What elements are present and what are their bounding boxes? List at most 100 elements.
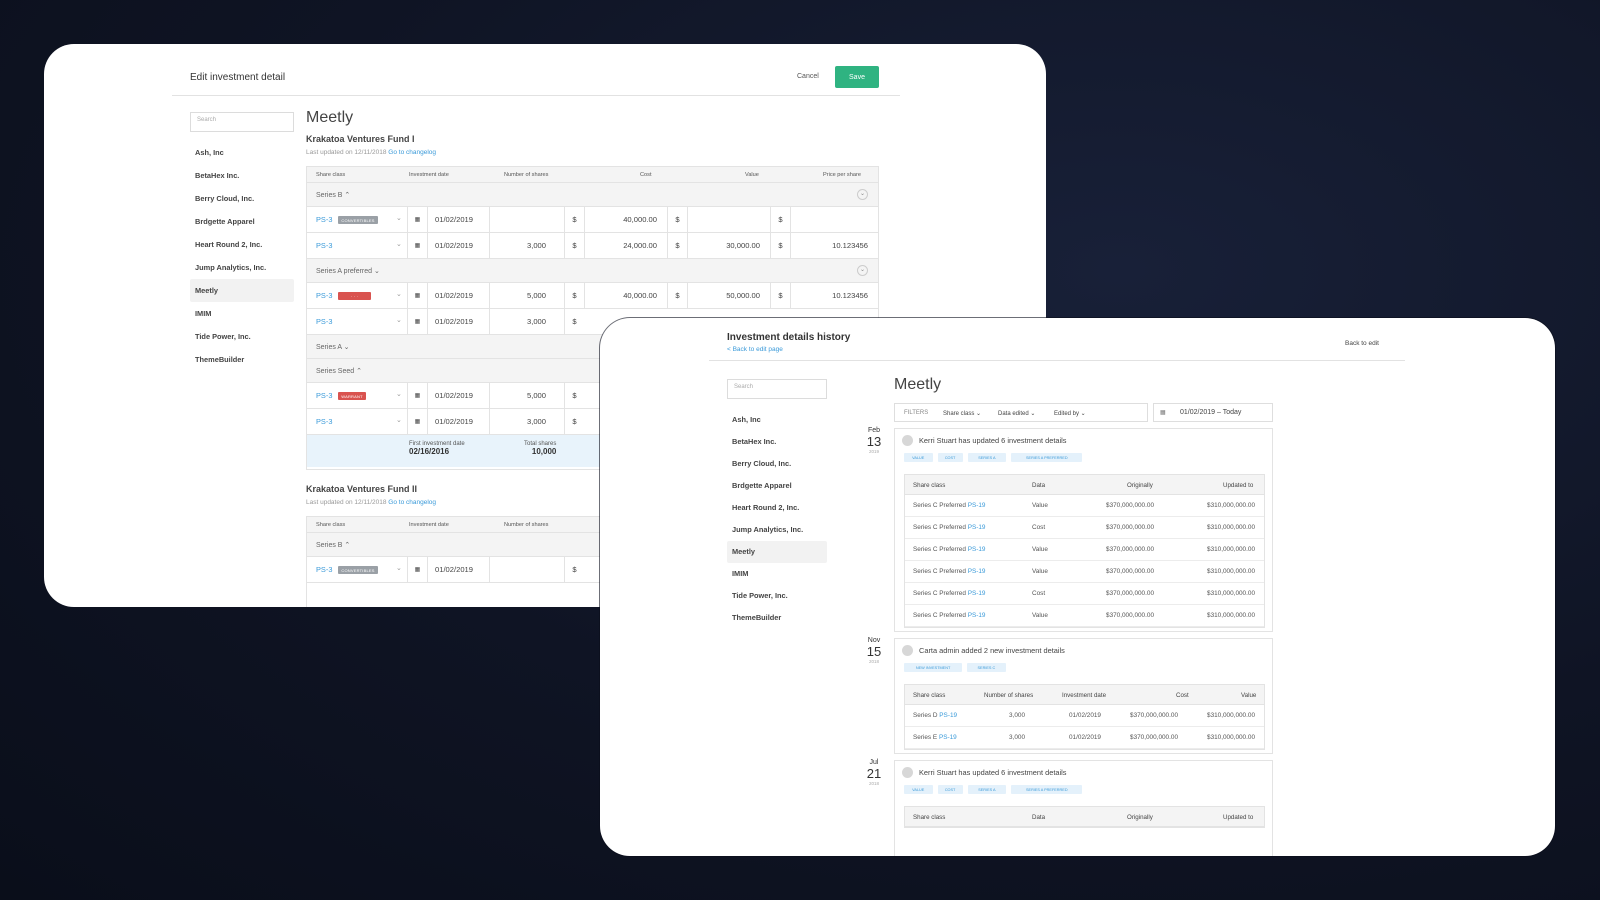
- shares-input[interactable]: 5,000: [489, 383, 564, 408]
- currency-symbol: $: [564, 409, 584, 434]
- value-input[interactable]: 30,000.00: [687, 233, 770, 258]
- sidebar-item-tide-power-inc[interactable]: Tide Power, Inc.: [727, 585, 827, 607]
- calendar-icon[interactable]: ▦: [407, 383, 427, 408]
- sidebar-item-meetly[interactable]: Meetly: [190, 279, 294, 302]
- ps-link[interactable]: PS-3: [316, 241, 332, 250]
- back-to-edit-link[interactable]: < Back to edit page: [727, 346, 783, 353]
- value-input[interactable]: [687, 207, 770, 232]
- ps-link[interactable]: PS-19: [968, 502, 986, 509]
- currency-symbol: $: [564, 233, 584, 258]
- sidebar-item-themebuilder[interactable]: ThemeBuilder: [727, 607, 827, 629]
- ps-link[interactable]: PS-19: [939, 712, 957, 719]
- calendar-icon[interactable]: ▦: [407, 233, 427, 258]
- ps-link[interactable]: PS-19: [968, 590, 986, 597]
- sidebar-item-berry-cloud-inc[interactable]: Berry Cloud, Inc.: [727, 453, 827, 475]
- sidebar-item-heart-round-2-inc[interactable]: Heart Round 2, Inc.: [727, 497, 827, 519]
- sidebar-item-imim[interactable]: IMIM: [190, 302, 294, 325]
- date-input[interactable]: 01/02/2019: [427, 207, 489, 232]
- chevron-down-icon[interactable]: ⌄: [396, 390, 402, 398]
- search-input[interactable]: Search: [727, 379, 827, 399]
- sidebar-item-imim[interactable]: IMIM: [727, 563, 827, 585]
- calendar-icon[interactable]: ▦: [407, 409, 427, 434]
- date-range-picker[interactable]: ▦ 01/02/2019 – Today: [1153, 403, 1273, 422]
- sidebar-item-meetly[interactable]: Meetly: [727, 541, 827, 563]
- ps-link[interactable]: PS-19: [968, 568, 986, 575]
- cost-input[interactable]: 40,000.00: [584, 207, 667, 232]
- cost-input[interactable]: 40,000.00: [584, 283, 667, 308]
- group-header[interactable]: Series A preferred ⌄ ⌄: [307, 259, 878, 283]
- ps-link[interactable]: PS-3: [316, 215, 332, 224]
- ps-link[interactable]: PS-3: [316, 317, 332, 326]
- sidebar-item-brdgette-apparel[interactable]: Brdgette Apparel: [190, 210, 294, 233]
- expand-chevron-icon[interactable]: ⌄: [857, 189, 868, 200]
- back-to-edit-button[interactable]: Back to edit: [1345, 340, 1379, 347]
- data-cell: Value: [1032, 568, 1048, 575]
- share-class-cell: Series C Preferred PS-19: [913, 612, 985, 619]
- shares-input[interactable]: [489, 207, 564, 232]
- page-title: Edit investment detail: [190, 72, 286, 83]
- table-row: Series C Preferred PS-19 Value $370,000,00…: [905, 539, 1264, 561]
- date-input[interactable]: 01/02/2019: [427, 309, 489, 334]
- share-class-name: Series C Preferred: [913, 568, 966, 575]
- shares-input[interactable]: 3,000: [489, 309, 564, 334]
- share-class-filter[interactable]: Share class ⌄: [943, 410, 981, 417]
- data-edited-filter[interactable]: Data edited ⌄: [998, 410, 1035, 417]
- sidebar-item-betahex-inc[interactable]: BetaHex Inc.: [190, 164, 294, 187]
- calendar-icon[interactable]: ▦: [407, 283, 427, 308]
- date-input[interactable]: 01/02/2019: [427, 557, 489, 582]
- ps-link[interactable]: PS-19: [968, 546, 986, 553]
- calendar-icon[interactable]: ▦: [407, 207, 427, 232]
- sidebar-item-tide-power-inc[interactable]: Tide Power, Inc.: [190, 325, 294, 348]
- ps-link[interactable]: PS-19: [968, 524, 986, 531]
- sidebar-item-ash-inc[interactable]: Ash, Inc: [190, 141, 294, 164]
- calendar-icon[interactable]: ▦: [407, 557, 427, 582]
- date-input[interactable]: 01/02/2019: [427, 383, 489, 408]
- shares-input[interactable]: [489, 557, 564, 582]
- sidebar-item-heart-round-2-inc[interactable]: Heart Round 2, Inc.: [190, 233, 294, 256]
- shares-input[interactable]: 5,000: [489, 283, 564, 308]
- changelog-link-2[interactable]: Go to changelog: [388, 499, 436, 506]
- ps-link[interactable]: PS-19: [939, 734, 957, 741]
- save-button[interactable]: Save: [835, 66, 879, 88]
- cost-input[interactable]: 24,000.00: [584, 233, 667, 258]
- price-per-share-input[interactable]: 10.123456: [790, 283, 878, 308]
- share-tag: CONVERTIBLES: [338, 216, 378, 224]
- shares-input[interactable]: 3,000: [489, 409, 564, 434]
- ps-link[interactable]: PS-19: [968, 612, 986, 619]
- sidebar-item-jump-analytics-inc[interactable]: Jump Analytics, Inc.: [727, 519, 827, 541]
- ps-link[interactable]: PS-3: [316, 391, 332, 400]
- date-range-value: 01/02/2019 – Today: [1180, 409, 1242, 416]
- price-per-share-input[interactable]: 10.123456: [790, 233, 878, 258]
- sidebar-item-brdgette-apparel[interactable]: Brdgette Apparel: [727, 475, 827, 497]
- ps-link[interactable]: PS-3: [316, 417, 332, 426]
- group-header[interactable]: Series B ⌃ ⌄: [307, 183, 878, 207]
- chevron-down-icon[interactable]: ⌄: [396, 240, 402, 248]
- search-input[interactable]: Search: [190, 112, 294, 132]
- chevron-down-icon[interactable]: ⌄: [396, 316, 402, 324]
- date-input[interactable]: 01/02/2019: [427, 233, 489, 258]
- changes-table: Share class Data Originally Updated to: [904, 806, 1265, 828]
- calendar-icon[interactable]: ▦: [407, 309, 427, 334]
- sidebar-item-berry-cloud-inc[interactable]: Berry Cloud, Inc.: [190, 187, 294, 210]
- expand-chevron-icon[interactable]: ⌄: [857, 265, 868, 276]
- chevron-down-icon[interactable]: ⌄: [396, 290, 402, 298]
- sidebar-item-jump-analytics-inc[interactable]: Jump Analytics, Inc.: [190, 256, 294, 279]
- chevron-down-icon[interactable]: ⌄: [396, 214, 402, 222]
- price-per-share-input[interactable]: [790, 207, 878, 232]
- edited-by-filter[interactable]: Edited by ⌄: [1054, 410, 1086, 417]
- value-input[interactable]: 50,000.00: [687, 283, 770, 308]
- date-input[interactable]: 01/02/2019: [427, 409, 489, 434]
- ps-link[interactable]: PS-3: [316, 565, 332, 574]
- col-share-class: Share class: [913, 692, 946, 699]
- chevron-down-icon[interactable]: ⌄: [396, 564, 402, 572]
- changelog-link[interactable]: Go to changelog: [388, 149, 436, 156]
- chevron-down-icon[interactable]: ⌄: [396, 416, 402, 424]
- table-row: Series C Preferred PS-19 Value $370,000,00…: [905, 605, 1264, 627]
- sidebar-item-ash-inc[interactable]: Ash, Inc: [727, 409, 827, 431]
- sidebar-item-betahex-inc[interactable]: BetaHex Inc.: [727, 431, 827, 453]
- cancel-button[interactable]: Cancel: [797, 73, 819, 80]
- date-input[interactable]: 01/02/2019: [427, 283, 489, 308]
- sidebar-item-themebuilder[interactable]: ThemeBuilder: [190, 348, 294, 371]
- ps-link[interactable]: PS-3: [316, 291, 332, 300]
- shares-input[interactable]: 3,000: [489, 233, 564, 258]
